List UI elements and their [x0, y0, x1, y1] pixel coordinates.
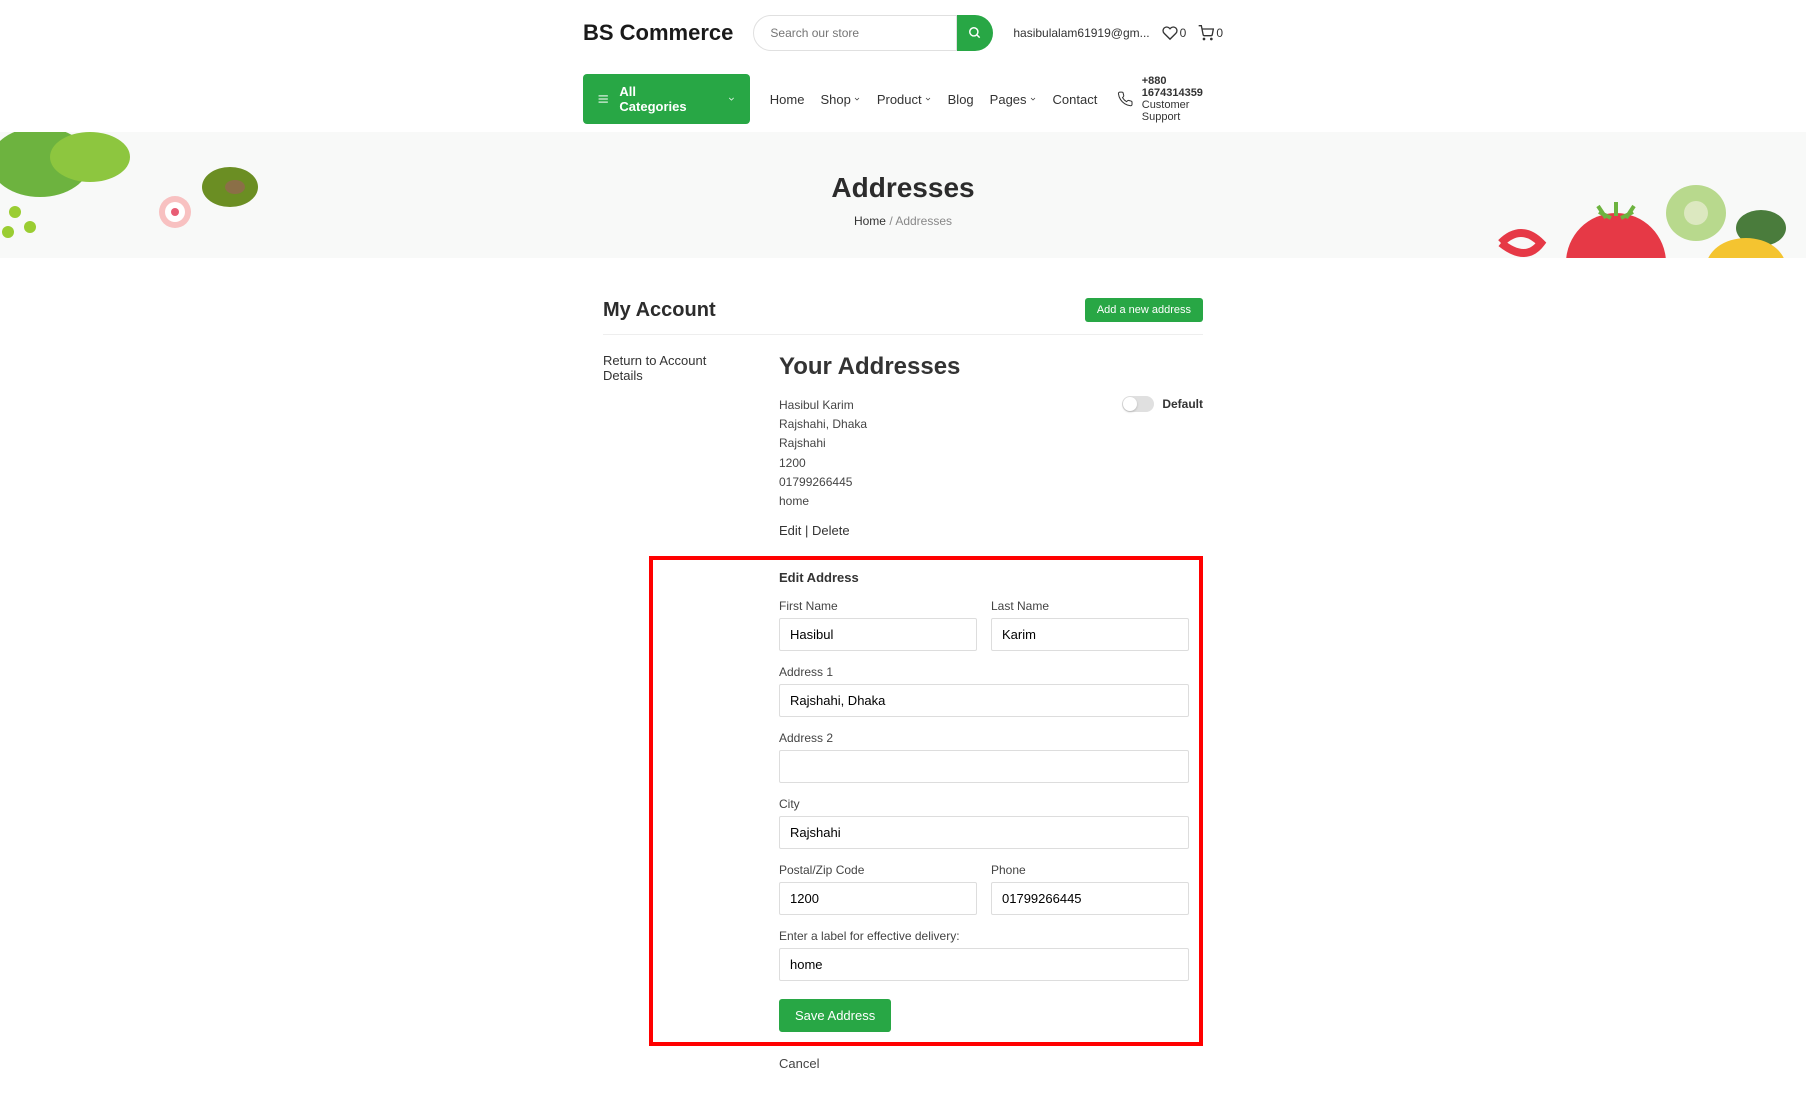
phone-input[interactable]: [991, 882, 1189, 915]
address-name: Hasibul Karim: [779, 396, 867, 415]
nav-pages[interactable]: Pages: [990, 92, 1037, 107]
add-address-button[interactable]: Add a new address: [1085, 298, 1203, 322]
nav-blog[interactable]: Blog: [948, 92, 974, 107]
search-input[interactable]: [753, 15, 957, 51]
decorative-vegetables-right-icon: [1466, 168, 1806, 258]
delete-link[interactable]: Delete: [812, 523, 850, 538]
logo[interactable]: BS Commerce: [583, 20, 733, 46]
banner: Addresses Home / Addresses: [0, 132, 1806, 258]
phone-icon: [1117, 90, 1133, 108]
breadcrumb-home[interactable]: Home: [854, 214, 886, 228]
support-phone: +880 1674314359: [1142, 75, 1223, 99]
address-postal: 1200: [779, 454, 867, 473]
edit-link[interactable]: Edit: [779, 523, 801, 538]
first-name-label: First Name: [779, 599, 977, 613]
nav-contact[interactable]: Contact: [1053, 92, 1098, 107]
tag-input[interactable]: [779, 948, 1189, 981]
nav-shop[interactable]: Shop: [820, 92, 860, 107]
chevron-down-icon: [727, 94, 736, 104]
cart-count: 0: [1216, 26, 1223, 40]
edit-form-title: Edit Address: [779, 570, 1189, 585]
edit-form-highlight: Edit Address First Name Last Name Addr: [649, 556, 1203, 1046]
chevron-down-icon: [853, 95, 861, 103]
chevron-down-icon: [924, 95, 932, 103]
city-label: City: [779, 797, 1189, 811]
postal-input[interactable]: [779, 882, 977, 915]
menu-icon: [597, 92, 609, 106]
return-link[interactable]: Return to Account Details: [603, 353, 749, 383]
action-separator: |: [805, 523, 812, 538]
wishlist-count: 0: [1180, 26, 1187, 40]
default-label: Default: [1162, 397, 1203, 411]
address-line1: Rajshahi, Dhaka: [779, 415, 867, 434]
postal-label: Postal/Zip Code: [779, 863, 977, 877]
search-wrap: [753, 15, 993, 51]
address2-label: Address 2: [779, 731, 1189, 745]
city-input[interactable]: [779, 816, 1189, 849]
categories-label: All Categories: [619, 84, 696, 114]
nav-product[interactable]: Product: [877, 92, 932, 107]
chevron-down-icon: [1029, 95, 1037, 103]
support-label: Customer Support: [1142, 99, 1223, 123]
search-icon: [968, 26, 982, 40]
last-name-input[interactable]: [991, 618, 1189, 651]
address-phone: 01799266445: [779, 473, 867, 492]
phone-label: Phone: [991, 863, 1189, 877]
cancel-link[interactable]: Cancel: [779, 1056, 1203, 1071]
address-block: Hasibul Karim Rajshahi, Dhaka Rajshahi 1…: [779, 396, 867, 511]
address-city: Rajshahi: [779, 434, 867, 453]
nav-links: Home Shop Product Blog Pages Contact: [770, 92, 1098, 107]
wishlist-link[interactable]: 0: [1162, 25, 1187, 41]
categories-button[interactable]: All Categories: [583, 74, 750, 124]
cart-link[interactable]: 0: [1198, 25, 1223, 41]
support-block: +880 1674314359 Customer Support: [1117, 75, 1223, 123]
breadcrumb-current: Addresses: [895, 214, 952, 228]
address-actions: Edit | Delete: [779, 523, 1203, 538]
default-toggle-wrap: Default: [1122, 396, 1203, 412]
account-title: My Account: [603, 299, 716, 322]
user-email[interactable]: hasibulalam61919@gm...: [1013, 26, 1149, 40]
header-right: hasibulalam61919@gm... 0 0: [1013, 25, 1223, 41]
first-name-input[interactable]: [779, 618, 977, 651]
addresses-heading: Your Addresses: [779, 353, 1203, 381]
save-address-button[interactable]: Save Address: [779, 999, 891, 1032]
default-toggle[interactable]: [1122, 396, 1154, 412]
tag-label: Enter a label for effective delivery:: [779, 929, 1189, 943]
address1-input[interactable]: [779, 684, 1189, 717]
decorative-vegetables-left-icon: [0, 132, 280, 242]
cart-icon: [1198, 25, 1214, 41]
last-name-label: Last Name: [991, 599, 1189, 613]
heart-icon: [1162, 25, 1178, 41]
search-button[interactable]: [957, 15, 993, 51]
address-tag: home: [779, 492, 867, 511]
address2-input[interactable]: [779, 750, 1189, 783]
address1-label: Address 1: [779, 665, 1189, 679]
nav-home[interactable]: Home: [770, 92, 805, 107]
